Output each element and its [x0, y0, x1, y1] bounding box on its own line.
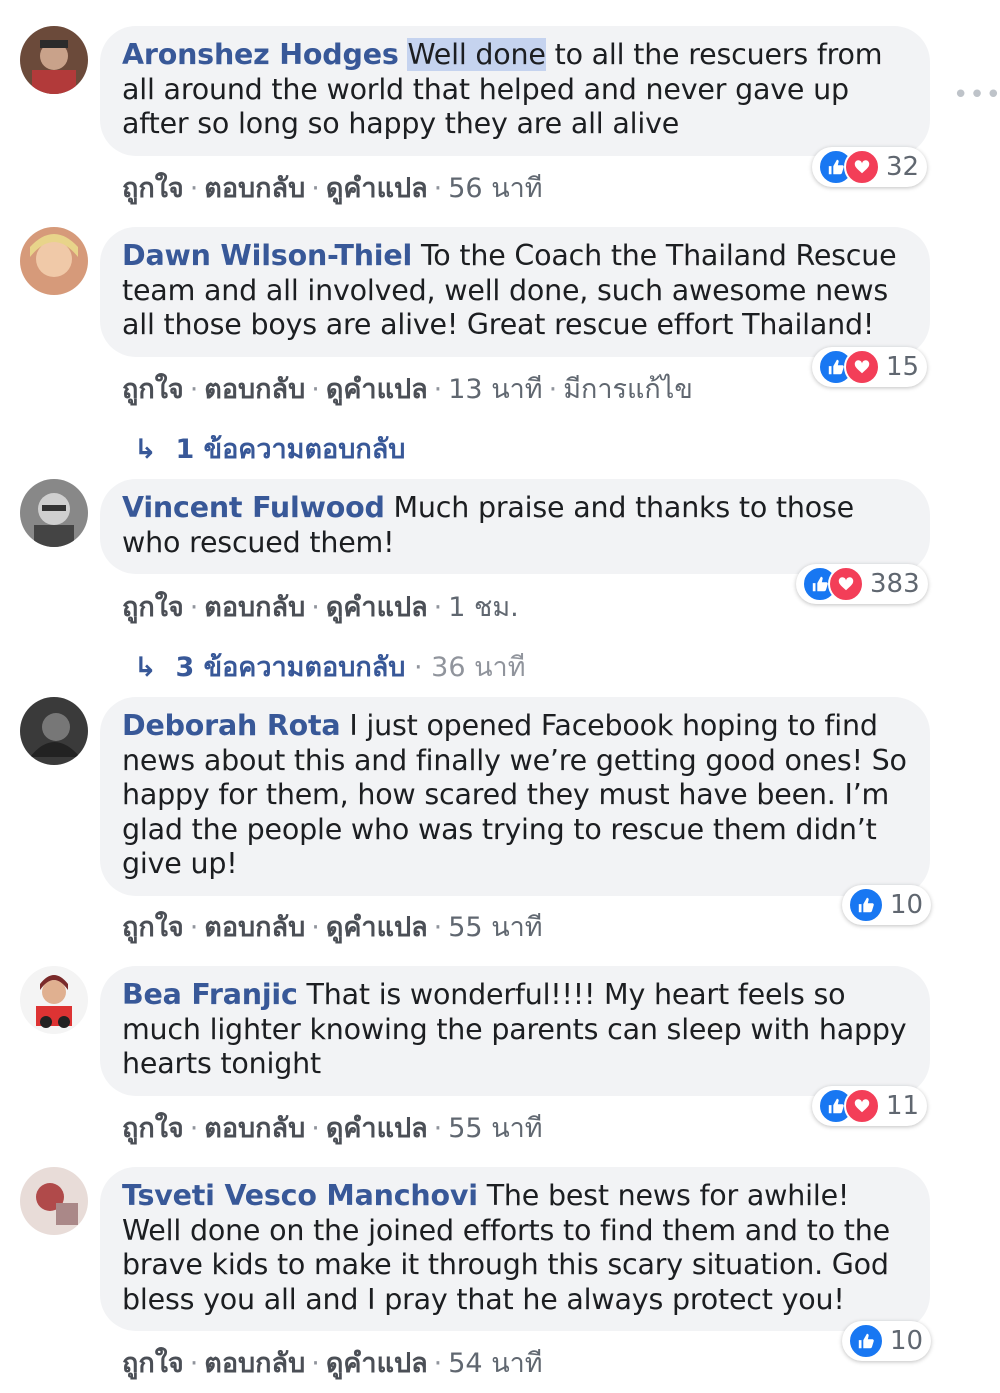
comment-author[interactable]: Aronshez Hodges	[122, 38, 399, 71]
comment-time[interactable]: 1 ชม.	[448, 592, 518, 623]
translate-link[interactable]: ดูคำแปล	[326, 592, 428, 623]
view-replies-link[interactable]: ↳ 3 ข้อความตอบกลับ · 36 นาที	[134, 645, 526, 688]
comment-bubble: Deborah Rota I just opened Facebook hopi…	[100, 697, 930, 896]
reaction-summary[interactable]: 11	[812, 1086, 928, 1126]
reaction-summary[interactable]: 10	[842, 885, 932, 925]
love-reaction-icon	[844, 1088, 880, 1124]
comment-author[interactable]: Bea Franjic	[122, 978, 298, 1011]
avatar[interactable]	[20, 966, 88, 1034]
replies-label[interactable]: 1 ข้อความตอบกลับ	[175, 434, 405, 465]
comment-bubble: Bea Franjic That is wonderful!!!! My hea…	[100, 966, 930, 1096]
avatar[interactable]	[20, 697, 88, 765]
reaction-summary[interactable]: 10	[842, 1321, 932, 1361]
like-link[interactable]: ถูกใจ	[122, 1348, 184, 1379]
reply-link[interactable]: ตอบกลับ	[204, 173, 305, 204]
comment-bubble: Tsveti Vesco Manchovi The best news for …	[100, 1167, 930, 1331]
comment-time[interactable]: 13 นาที	[448, 374, 542, 405]
more-options-icon[interactable]: •••	[953, 80, 1000, 110]
comment-bubble: Dawn Wilson-Thiel To the Coach the Thail…	[100, 227, 930, 357]
comment-time[interactable]: 55 นาที	[448, 1113, 542, 1144]
translate-link[interactable]: ดูคำแปล	[326, 912, 428, 943]
comment-time[interactable]: 54 นาที	[448, 1348, 542, 1379]
reaction-summary[interactable]: 15	[812, 347, 928, 387]
comment-author[interactable]: Dawn Wilson-Thiel	[122, 239, 412, 272]
highlighted-text: Well done	[407, 38, 546, 71]
comment-actions: ถูกใจ · ตอบกลับ · ดูคำแปล · 56 นาที	[122, 173, 543, 204]
reply-link[interactable]: ตอบกลับ	[204, 592, 305, 623]
love-reaction-icon	[828, 566, 864, 602]
replies-time: 36 นาที	[431, 652, 526, 683]
like-link[interactable]: ถูกใจ	[122, 1113, 184, 1144]
comment-author[interactable]: Vincent Fulwood	[122, 491, 385, 524]
view-replies-link[interactable]: ↳ 1 ข้อความตอบกลับ	[134, 427, 405, 470]
reaction-summary[interactable]: 383	[796, 564, 928, 604]
reply-arrow-icon: ↳	[134, 434, 157, 465]
like-reaction-icon	[848, 1323, 884, 1359]
comment-actions: ถูกใจ · ตอบกลับ · ดูคำแปล · 13 นาที · มีการแก้ไข	[122, 374, 693, 405]
comment-actions: ถูกใจ · ตอบกลับ · ดูคำแปล · 55 นาที	[122, 912, 543, 943]
avatar[interactable]	[20, 227, 88, 295]
like-link[interactable]: ถูกใจ	[122, 592, 184, 623]
reaction-count: 10	[890, 1326, 924, 1356]
comment-actions: ถูกใจ · ตอบกลับ · ดูคำแปล · 54 นาที	[122, 1348, 543, 1379]
replies-label[interactable]: 3 ข้อความตอบกลับ	[175, 652, 405, 683]
reaction-count: 11	[886, 1091, 920, 1121]
reaction-count: 10	[890, 890, 924, 920]
avatar[interactable]	[20, 26, 88, 94]
translate-link[interactable]: ดูคำแปล	[326, 1113, 428, 1144]
translate-link[interactable]: ดูคำแปล	[326, 374, 428, 405]
translate-link[interactable]: ดูคำแปล	[326, 1348, 428, 1379]
avatar[interactable]	[20, 1167, 88, 1235]
reply-link[interactable]: ตอบกลับ	[204, 1348, 305, 1379]
love-reaction-icon	[844, 349, 880, 385]
comment-actions: ถูกใจ · ตอบกลับ · ดูคำแปล · 55 นาที	[122, 1113, 543, 1144]
avatar[interactable]	[20, 479, 88, 547]
reply-link[interactable]: ตอบกลับ	[204, 912, 305, 943]
comment-author[interactable]: Tsveti Vesco Manchovi	[122, 1179, 478, 1212]
comment-time[interactable]: 56 นาที	[448, 173, 542, 204]
comment-time[interactable]: 55 นาที	[448, 912, 542, 943]
reaction-count: 15	[886, 352, 920, 382]
translate-link[interactable]: ดูคำแปล	[326, 173, 428, 204]
like-reaction-icon	[848, 887, 884, 923]
comment-bubble: Aronshez Hodges Well done to all the res…	[100, 26, 930, 156]
comment-author[interactable]: Deborah Rota	[122, 709, 341, 742]
love-reaction-icon	[844, 149, 880, 185]
like-link[interactable]: ถูกใจ	[122, 173, 184, 204]
like-link[interactable]: ถูกใจ	[122, 374, 184, 405]
comment-actions: ถูกใจ · ตอบกลับ · ดูคำแปล · 1 ชม.	[122, 592, 519, 623]
comment-bubble: Vincent Fulwood Much praise and thanks t…	[100, 479, 930, 574]
edited-label[interactable]: มีการแก้ไข	[563, 374, 693, 405]
reply-link[interactable]: ตอบกลับ	[204, 1113, 305, 1144]
reaction-count: 32	[886, 152, 920, 182]
reaction-summary[interactable]: 32	[812, 147, 928, 187]
reply-link[interactable]: ตอบกลับ	[204, 374, 305, 405]
like-link[interactable]: ถูกใจ	[122, 912, 184, 943]
reply-arrow-icon: ↳	[134, 652, 157, 683]
reaction-count: 383	[870, 569, 920, 599]
